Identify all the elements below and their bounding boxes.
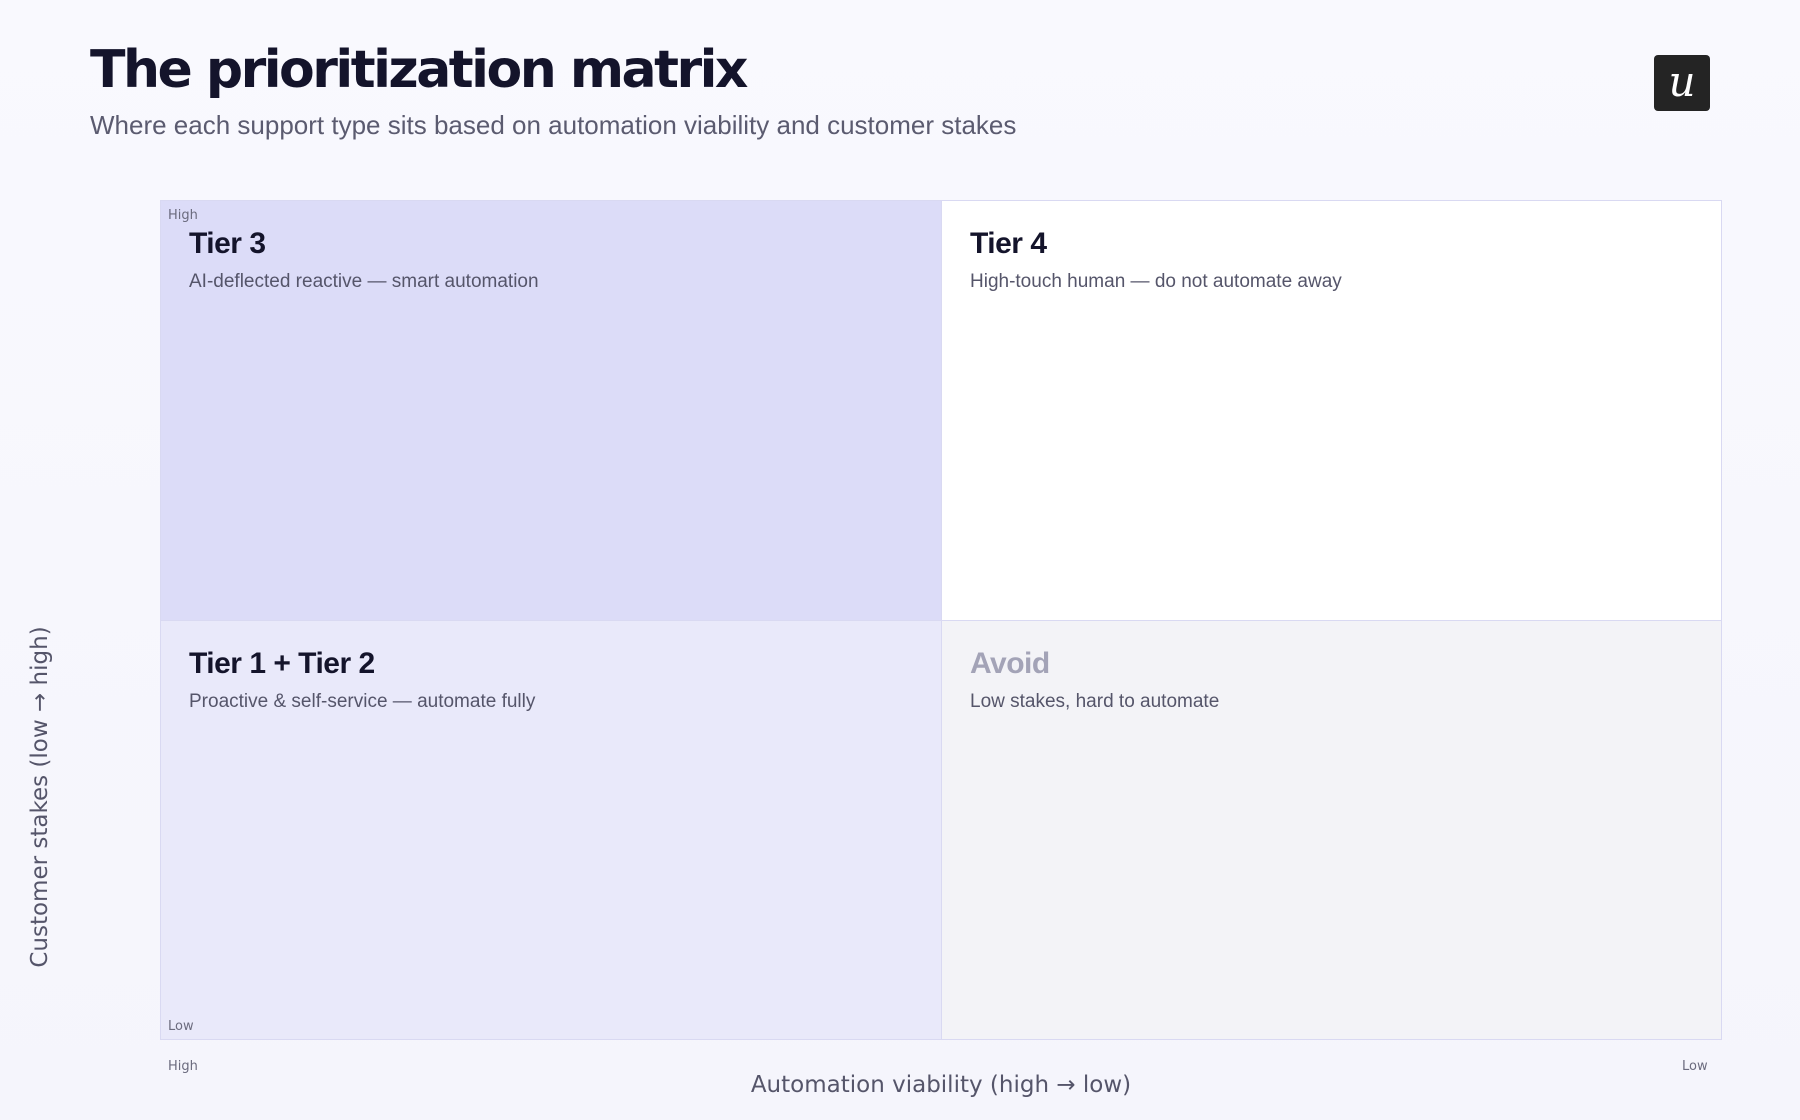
y-axis-low-label: Low xyxy=(168,1019,194,1034)
quadrant-avoid: Avoid Low stakes, hard to automate xyxy=(942,621,1721,1039)
x-axis-high-label: High xyxy=(168,1059,198,1074)
quadrant-description: High-touch human — do not automate away xyxy=(970,271,1342,292)
x-axis-low-label: Low xyxy=(1682,1059,1708,1074)
prioritization-matrix: Tier 3 AI-deflected reactive — smart aut… xyxy=(160,200,1722,1040)
quadrant-title: Tier 4 xyxy=(970,227,1047,260)
quadrant-description: AI-deflected reactive — smart automation xyxy=(189,271,539,292)
y-axis-high-label: High xyxy=(168,208,198,223)
quadrant-tier-3: Tier 3 AI-deflected reactive — smart aut… xyxy=(161,201,942,621)
y-axis-title: Customer stakes (low → high) xyxy=(27,626,53,968)
quadrant-title: Tier 3 xyxy=(189,227,266,260)
quadrant-description: Low stakes, hard to automate xyxy=(970,691,1220,712)
quadrant-description: Proactive & self-service — automate full… xyxy=(189,691,536,712)
userpilot-logo-icon: u xyxy=(1654,55,1710,111)
x-axis-title: Automation viability (high → low) xyxy=(750,1072,1132,1098)
quadrant-title: Avoid xyxy=(970,647,1050,680)
page-subtitle: Where each support type sits based on au… xyxy=(90,110,1017,140)
page-title: The prioritization matrix xyxy=(90,40,748,100)
quadrant-title: Tier 1 + Tier 2 xyxy=(189,647,375,680)
quadrant-tier-4: Tier 4 High-touch human — do not automat… xyxy=(942,201,1721,621)
quadrant-tier-1-2: Tier 1 + Tier 2 Proactive & self-service… xyxy=(161,621,942,1039)
